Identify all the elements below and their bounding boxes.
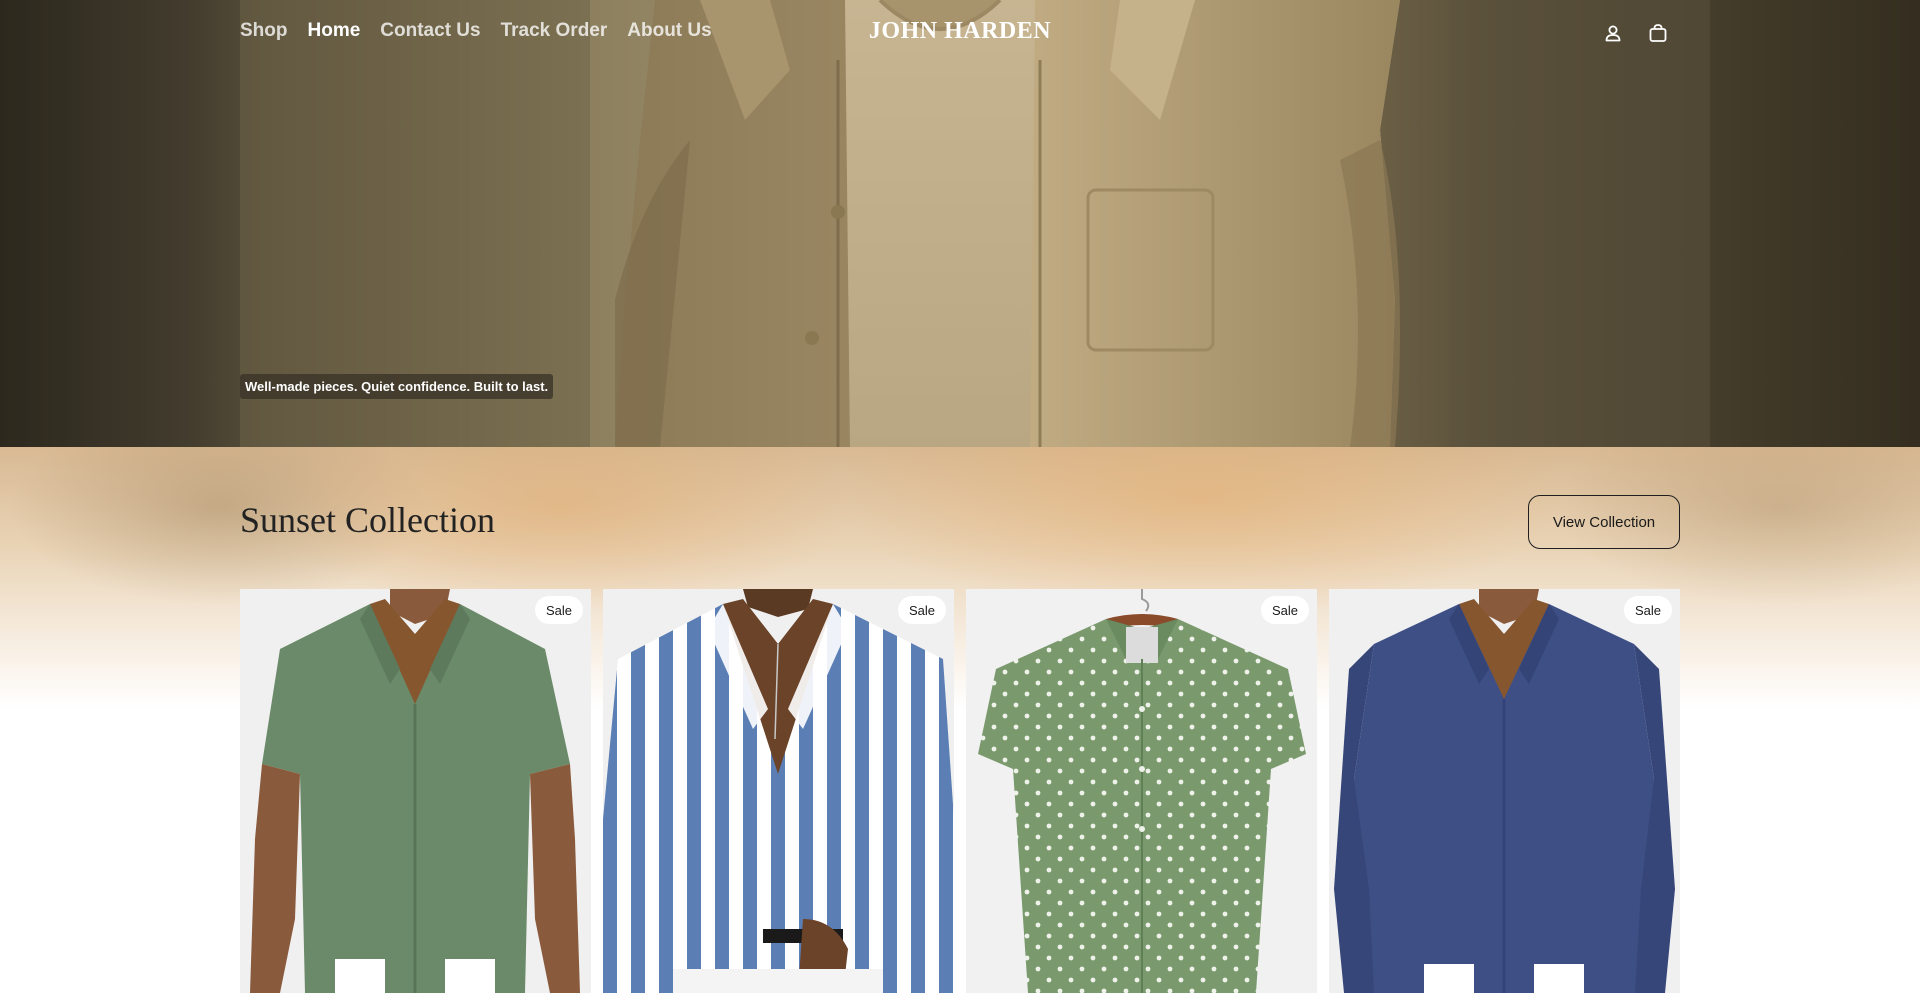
account-icon[interactable]	[1600, 20, 1625, 45]
bag-icon[interactable]	[1645, 20, 1670, 45]
top-navigation: Shop Home Contact Us Track Order About U…	[0, 0, 1920, 66]
main-menu: Shop Home Contact Us Track Order About U…	[240, 20, 712, 42]
collection-title: Sunset Collection	[240, 500, 495, 540]
hero-tagline: Well-made pieces. Quiet confidence. Buil…	[240, 374, 554, 399]
sale-badge: Sale	[1260, 596, 1309, 624]
collection-section: Sunset Collection View Collection Sale S…	[0, 447, 1920, 993]
nav-link-home[interactable]: Home	[308, 20, 361, 42]
product-card[interactable]: Sale	[603, 589, 954, 993]
product-image-striped-shirt	[603, 589, 954, 993]
nav-link-track-order[interactable]: Track Order	[501, 20, 608, 42]
product-grid: Sale Sale Sale Sale	[240, 589, 1680, 993]
nav-icon-group	[1600, 20, 1670, 45]
view-collection-button[interactable]: View Collection	[1528, 495, 1680, 549]
sale-badge: Sale	[897, 596, 946, 624]
product-card[interactable]: Sale	[1329, 589, 1680, 993]
sale-badge: Sale	[534, 596, 583, 624]
product-card[interactable]: Sale	[240, 589, 591, 993]
nav-link-shop[interactable]: Shop	[240, 20, 288, 42]
nav-link-contact-us[interactable]: Contact Us	[380, 20, 480, 42]
nav-link-about-us[interactable]: About Us	[627, 20, 711, 42]
brand-logo[interactable]: JOHN HARDEN	[869, 18, 1051, 44]
product-card[interactable]: Sale	[966, 589, 1317, 993]
product-image-navy-shirt	[1329, 589, 1680, 993]
product-image-green-shirt	[240, 589, 591, 993]
sale-badge: Sale	[1623, 596, 1672, 624]
product-image-polka-dot-shirt	[966, 589, 1317, 993]
